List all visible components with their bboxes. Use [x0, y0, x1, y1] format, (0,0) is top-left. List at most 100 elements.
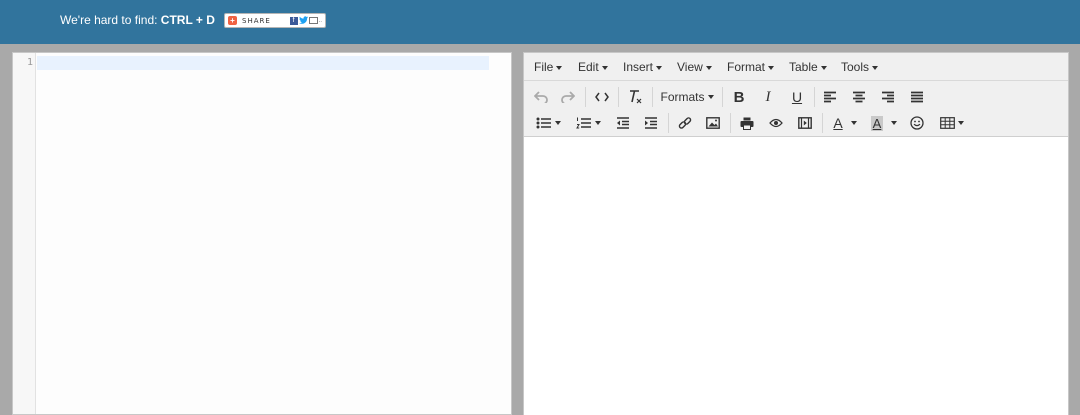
caret-down-icon [891, 121, 898, 125]
editor-content-area[interactable] [524, 137, 1068, 415]
indent-button[interactable] [641, 113, 661, 133]
emoticons-button[interactable] [907, 113, 927, 133]
menu-tools-label: Tools [841, 60, 870, 74]
menu-file-label: File [534, 60, 554, 74]
insert-table-button[interactable] [937, 113, 967, 133]
bold-button[interactable]: B [729, 87, 749, 107]
editor-toolbar: Formats B I U A A [524, 81, 1068, 137]
insert-image-button[interactable] [703, 113, 723, 133]
menu-format[interactable]: Format [727, 60, 775, 74]
align-right-button[interactable] [878, 87, 898, 107]
undo-icon [534, 91, 548, 103]
redo-icon [561, 91, 575, 103]
background-color-button[interactable]: A [867, 113, 901, 133]
table-icon [940, 117, 955, 129]
menu-view[interactable]: View [677, 60, 712, 74]
menu-insert-label: Insert [623, 60, 654, 74]
menu-table[interactable]: Table [789, 60, 827, 74]
image-icon [706, 117, 720, 129]
code-editor[interactable]: 1 [12, 52, 512, 415]
email-icon [308, 17, 318, 24]
outdent-button[interactable] [613, 113, 633, 133]
underline-button[interactable]: U [787, 87, 807, 107]
rich-text-editor: File Edit Insert View Format Table Tools… [523, 52, 1069, 415]
toolbar-separator [722, 87, 723, 107]
caret-down-icon [958, 121, 964, 125]
link-icon [678, 117, 692, 129]
align-left-button[interactable] [820, 87, 840, 107]
caret-down-icon [601, 65, 608, 70]
active-line-highlight[interactable] [37, 56, 489, 70]
caret-down-icon [707, 95, 714, 99]
line-number: 1 [26, 57, 33, 68]
plus-icon: + [228, 16, 237, 25]
caret-down-icon [705, 65, 712, 70]
insert-media-button[interactable] [795, 113, 815, 133]
bold-icon: B [733, 88, 745, 106]
menu-edit[interactable]: Edit [578, 60, 608, 74]
menu-edit-label: Edit [578, 60, 599, 74]
line-gutter: 1 [13, 53, 36, 414]
justify-button[interactable] [907, 87, 927, 107]
toolbar-separator [652, 87, 653, 107]
bullet-list-icon [536, 117, 551, 129]
toolbar-separator [822, 113, 823, 133]
toolbar-separator [618, 87, 619, 107]
align-center-icon [853, 91, 865, 103]
caret-down-icon [594, 121, 601, 125]
menu-table-label: Table [789, 60, 818, 74]
menu-insert[interactable]: Insert [623, 60, 663, 74]
toolbar-separator [730, 113, 731, 133]
top-bar: We're hard to find: CTRL + D + SHARE f .… [0, 0, 1080, 44]
preview-button[interactable] [766, 113, 786, 133]
align-center-button[interactable] [849, 87, 869, 107]
menu-view-label: View [677, 60, 703, 74]
italic-icon: I [765, 88, 771, 105]
formats-label: Formats [660, 90, 705, 104]
share-services: f .. [289, 15, 322, 26]
share-label: SHARE [242, 16, 271, 25]
clear-formatting-button[interactable] [624, 87, 646, 107]
caret-down-icon [656, 65, 663, 70]
bullet-list-button[interactable] [532, 113, 564, 133]
caret-down-icon [768, 65, 775, 70]
share-button[interactable]: + SHARE f .. [224, 13, 326, 28]
menu-file[interactable]: File [534, 60, 563, 74]
menu-format-label: Format [727, 60, 766, 74]
print-icon [740, 117, 754, 130]
toolbar-separator [668, 113, 669, 133]
formats-dropdown[interactable]: Formats [658, 87, 716, 107]
numbered-list-button[interactable] [572, 113, 604, 133]
underline-icon: U [791, 89, 803, 105]
caret-down-icon [556, 65, 563, 70]
media-icon [798, 117, 812, 129]
text-color-button[interactable]: A [829, 113, 861, 133]
background-color-icon: A [870, 115, 884, 131]
toolbar-separator [814, 87, 815, 107]
numbered-list-icon [575, 117, 591, 129]
editor-menubar: File Edit Insert View Format Table Tools [524, 53, 1068, 81]
align-right-icon [882, 91, 894, 103]
align-left-icon [824, 91, 836, 103]
code-icon [595, 92, 609, 102]
insert-link-button[interactable] [675, 113, 695, 133]
caret-down-icon [850, 121, 857, 125]
twitter-icon [298, 15, 308, 26]
redo-button[interactable] [558, 87, 578, 107]
justify-icon [911, 91, 923, 103]
facebook-icon: f [289, 16, 298, 25]
caret-down-icon [872, 65, 879, 70]
menu-tools[interactable]: Tools [841, 60, 879, 74]
eye-icon [769, 118, 783, 128]
smiley-icon [910, 116, 924, 130]
caret-down-icon [820, 65, 827, 70]
more-services-icon: .. [318, 17, 322, 24]
clear-formatting-icon [630, 90, 642, 104]
italic-button[interactable]: I [758, 87, 778, 107]
outdent-icon [617, 117, 629, 129]
toolbar-separator [585, 87, 586, 107]
source-code-button[interactable] [592, 87, 612, 107]
print-button[interactable] [737, 113, 757, 133]
bookmark-hint: We're hard to find: CTRL + D [60, 13, 215, 27]
undo-button[interactable] [531, 87, 551, 107]
